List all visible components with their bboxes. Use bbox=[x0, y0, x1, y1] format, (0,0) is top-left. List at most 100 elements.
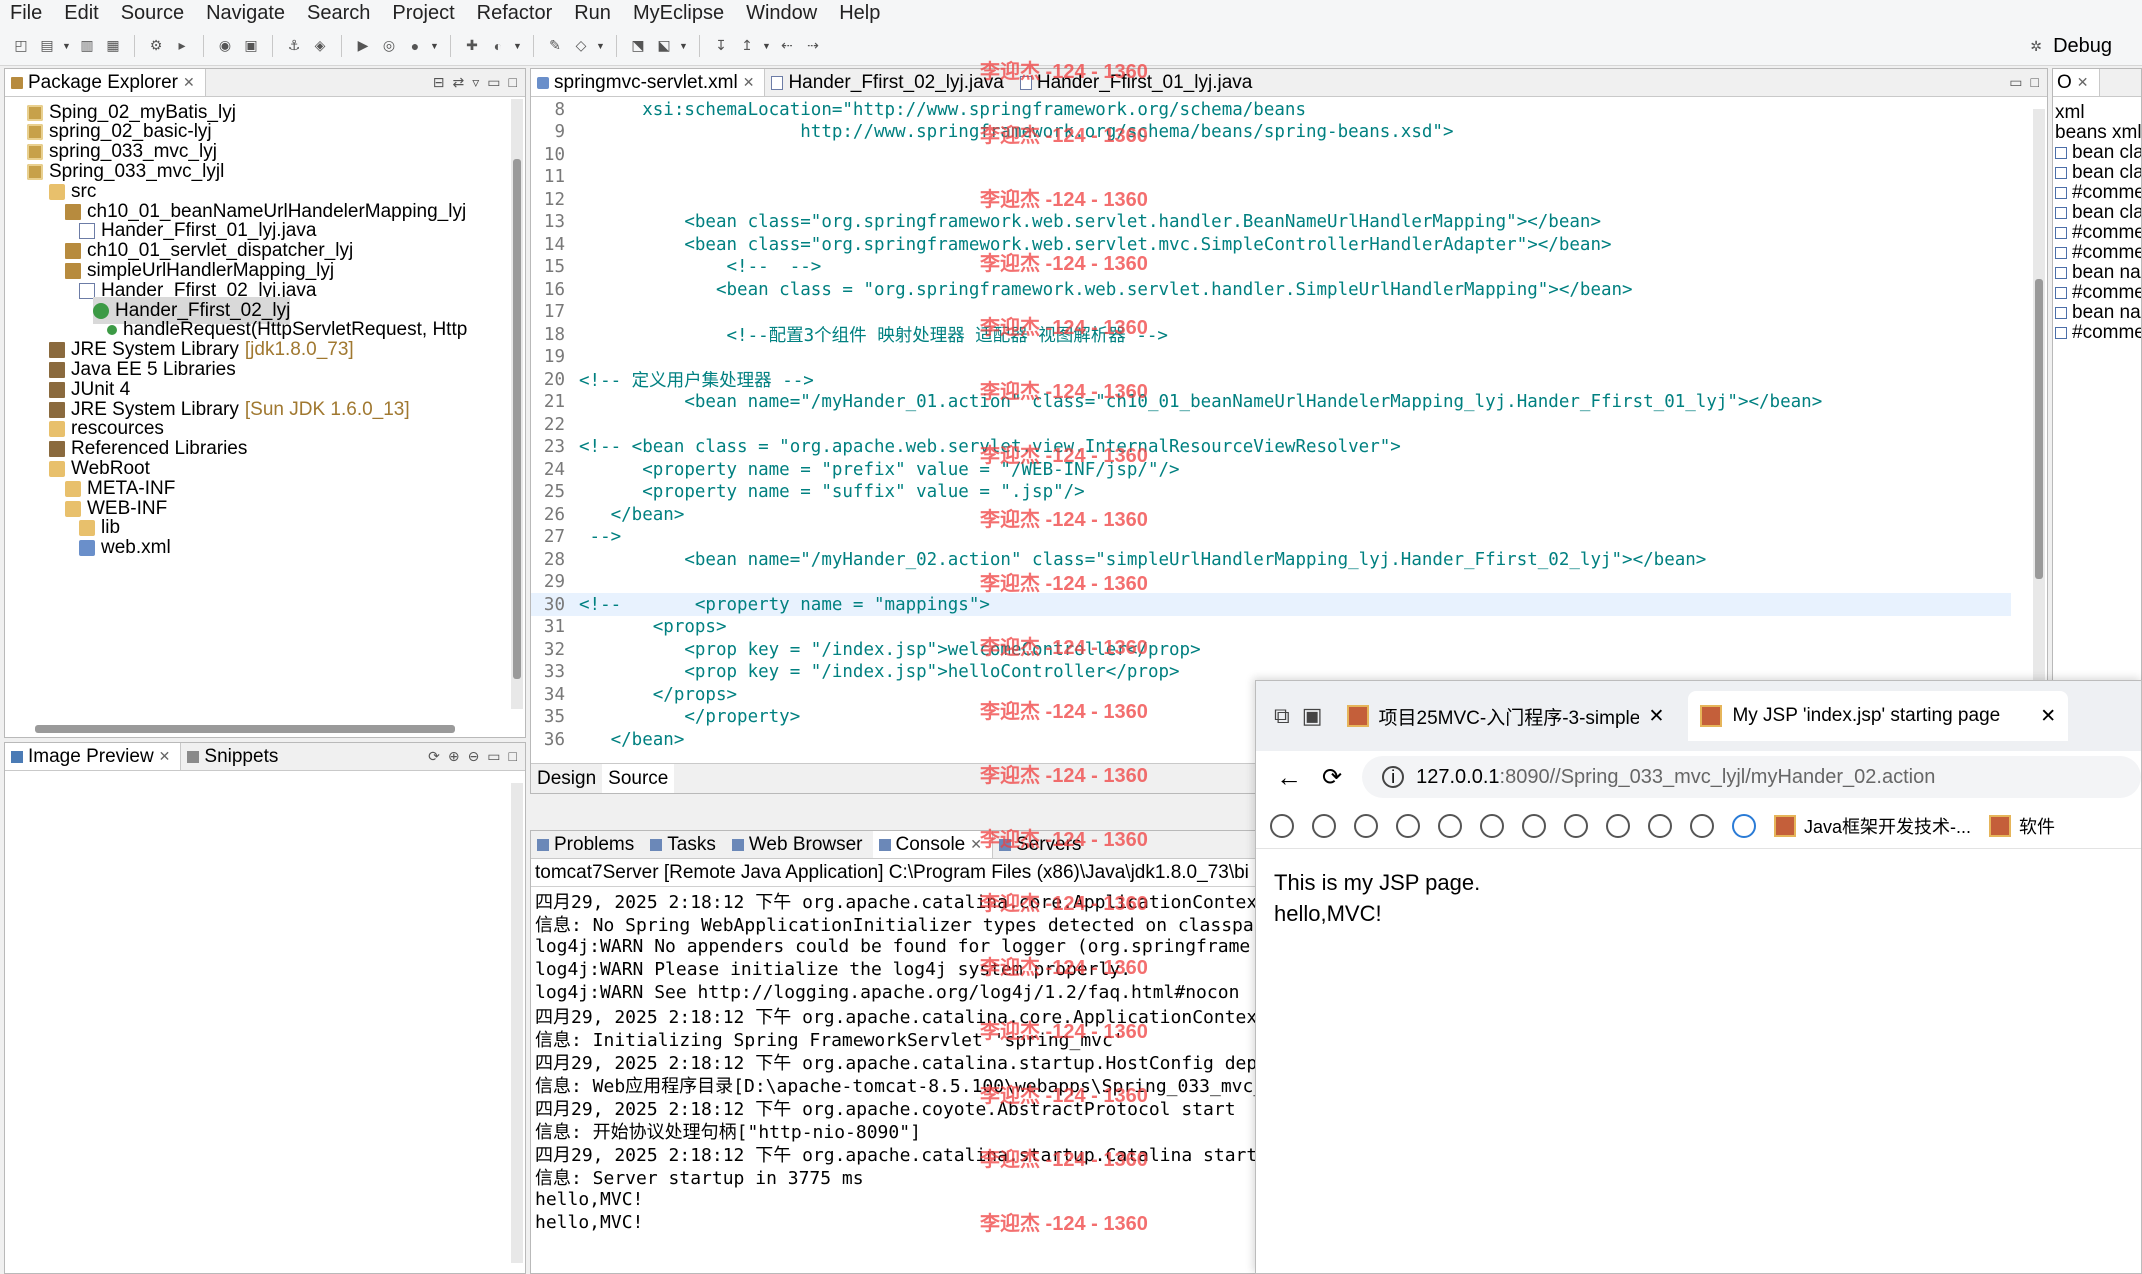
menu-myeclipse[interactable]: MyEclipse bbox=[623, 2, 736, 25]
toolbar-button-icon[interactable]: ◎ bbox=[378, 35, 400, 57]
bookmark-globe-icon[interactable] bbox=[1312, 813, 1336, 838]
toolbar-button-icon[interactable]: ↥ bbox=[736, 35, 758, 57]
horizontal-scrollbar[interactable] bbox=[35, 725, 455, 733]
bookmark-item[interactable]: Java框架开发技术-... bbox=[1774, 813, 1971, 839]
close-icon[interactable]: ✕ bbox=[743, 74, 755, 91]
bookmark-browser-icon[interactable] bbox=[1732, 813, 1756, 838]
toolbar-button-icon[interactable]: ▤ bbox=[36, 35, 58, 57]
collapse-all-icon[interactable]: ⊟ bbox=[433, 74, 445, 91]
maximize-icon[interactable]: □ bbox=[2031, 74, 2039, 91]
toolbar-button-icon[interactable]: ⚓ bbox=[283, 35, 305, 57]
tab-console[interactable]: Console ✕ bbox=[872, 831, 993, 858]
toolbar-button-icon[interactable]: ▸ bbox=[171, 35, 193, 57]
bookmark-item[interactable]: 软件 bbox=[1989, 813, 2055, 839]
view-menu-icon[interactable]: ▿ bbox=[472, 74, 479, 91]
debug-perspective-button[interactable]: ✲ Debug bbox=[2025, 32, 2112, 60]
browser-tab-1[interactable]: 项目25MVC-入门程序-3-simpleur ✕ bbox=[1335, 691, 1677, 741]
tab-outline[interactable]: O ✕ bbox=[2053, 69, 2100, 96]
tab-source[interactable]: Source bbox=[602, 764, 675, 793]
refresh-icon[interactable]: ⟳ bbox=[428, 748, 440, 765]
tab-package-explorer[interactable]: Package Explorer ✕ bbox=[5, 69, 206, 96]
menu-file[interactable]: File bbox=[0, 2, 54, 25]
toolbar-button-icon[interactable]: ✚ bbox=[461, 35, 483, 57]
tab-web-browser[interactable]: Web Browser bbox=[726, 831, 873, 858]
editor-scrollbar[interactable] bbox=[2033, 109, 2045, 759]
toolbar-button-icon[interactable]: ▦ bbox=[102, 35, 124, 57]
workspaces-icon[interactable]: ⧉ bbox=[1274, 703, 1290, 729]
menu-search[interactable]: Search bbox=[297, 2, 382, 25]
tab-snippets[interactable]: Snippets bbox=[181, 743, 288, 770]
toolbar-button-icon[interactable]: ↧ bbox=[710, 35, 732, 57]
zoom-in-icon[interactable]: ⊕ bbox=[448, 748, 460, 765]
toolbar-button-icon[interactable]: ⇢ bbox=[802, 35, 824, 57]
browser-tab-2[interactable]: My JSP 'index.jsp' starting page ✕ bbox=[1688, 691, 2069, 741]
tree-item[interactable]: web.xml bbox=[79, 535, 171, 562]
bookmark-globe-icon[interactable] bbox=[1438, 813, 1462, 838]
vertical-scrollbar[interactable] bbox=[511, 783, 523, 1263]
minimize-icon[interactable]: ▭ bbox=[487, 748, 500, 765]
minimize-icon[interactable]: ▭ bbox=[2009, 74, 2022, 91]
toolbar-button-icon[interactable]: ▣ bbox=[240, 35, 262, 57]
dropdown-arrow-icon[interactable]: ▼ bbox=[762, 41, 772, 51]
tab-problems[interactable]: Problems bbox=[531, 831, 644, 858]
bookmark-globe-icon[interactable] bbox=[1522, 813, 1546, 838]
toolbar-button-icon[interactable]: ▥ bbox=[76, 35, 98, 57]
bookmark-globe-icon[interactable] bbox=[1606, 813, 1630, 838]
tab-hander-ffirst-02[interactable]: Hander_Ffirst_02_lyj.java bbox=[765, 69, 1013, 96]
toolbar-button-icon[interactable]: ◉ bbox=[214, 35, 236, 57]
close-icon[interactable]: ✕ bbox=[159, 748, 171, 765]
minimize-icon[interactable]: ▭ bbox=[487, 74, 500, 91]
dropdown-arrow-icon[interactable]: ▼ bbox=[596, 41, 606, 51]
close-icon[interactable]: ✕ bbox=[183, 74, 195, 91]
close-tab-icon[interactable]: ✕ bbox=[2040, 705, 2056, 728]
bookmark-globe-icon[interactable] bbox=[1648, 813, 1672, 838]
vertical-scrollbar[interactable] bbox=[511, 99, 523, 709]
tab-springmvc-servlet-xml[interactable]: springmvc-servlet.xml ✕ bbox=[531, 69, 766, 96]
toolbar-button-icon[interactable]: ▶ bbox=[352, 35, 374, 57]
toolbar-button-icon[interactable]: ⬔ bbox=[627, 35, 649, 57]
menu-run[interactable]: Run bbox=[564, 2, 623, 25]
close-icon[interactable]: ✕ bbox=[970, 836, 982, 853]
outline-item[interactable]: #comme bbox=[2055, 319, 2141, 346]
menu-navigate[interactable]: Navigate bbox=[196, 2, 297, 25]
info-icon[interactable]: i bbox=[1382, 766, 1405, 788]
toolbar-button-icon[interactable]: ⇠ bbox=[776, 35, 798, 57]
bookmark-globe-icon[interactable] bbox=[1564, 813, 1588, 838]
dropdown-arrow-icon[interactable]: ▼ bbox=[62, 41, 72, 51]
dropdown-arrow-icon[interactable]: ▼ bbox=[513, 41, 523, 51]
tab-servers[interactable]: Servers bbox=[993, 831, 1091, 858]
refresh-icon[interactable]: ⟳ bbox=[1322, 763, 1342, 792]
toolbar-button-icon[interactable]: ◈ bbox=[309, 35, 331, 57]
maximize-icon[interactable]: □ bbox=[509, 74, 517, 91]
tab-image-preview[interactable]: Image Preview ✕ bbox=[5, 743, 182, 770]
menu-project[interactable]: Project bbox=[382, 2, 466, 25]
menu-edit[interactable]: Edit bbox=[54, 2, 110, 25]
menu-window[interactable]: Window bbox=[736, 2, 829, 25]
back-icon[interactable]: ← bbox=[1276, 762, 1302, 793]
bookmark-globe-icon[interactable] bbox=[1690, 813, 1714, 838]
dropdown-arrow-icon[interactable]: ▼ bbox=[430, 41, 440, 51]
code-area[interactable]: 8 xsi:schemaLocation="http://www.springf… bbox=[531, 98, 2011, 758]
bookmark-globe-icon[interactable] bbox=[1480, 813, 1504, 838]
bookmark-globe-icon[interactable] bbox=[1354, 813, 1378, 838]
tab-design[interactable]: Design bbox=[531, 764, 602, 793]
link-editor-icon[interactable]: ⇄ bbox=[453, 74, 465, 91]
dropdown-arrow-icon[interactable]: ▼ bbox=[679, 41, 689, 51]
close-icon[interactable]: ✕ bbox=[2077, 74, 2089, 91]
toolbar-button-icon[interactable]: ● bbox=[404, 35, 426, 57]
menu-source[interactable]: Source bbox=[111, 2, 196, 25]
zoom-out-icon[interactable]: ⊖ bbox=[468, 748, 480, 765]
toolbar-button-icon[interactable]: ◰ bbox=[10, 35, 32, 57]
tab-tasks[interactable]: Tasks bbox=[644, 831, 726, 858]
menu-refactor[interactable]: Refactor bbox=[467, 2, 565, 25]
toolbar-button-icon[interactable]: ⬕ bbox=[653, 35, 675, 57]
toolbar-button-icon[interactable]: ⚙ bbox=[145, 35, 167, 57]
address-bar[interactable]: i 127.0.0.1:8090//Spring_033_mvc_lyjl/my… bbox=[1362, 756, 2141, 798]
bookmark-globe-icon[interactable] bbox=[1270, 813, 1294, 838]
bookmark-globe-icon[interactable] bbox=[1396, 813, 1420, 838]
toolbar-button-icon[interactable]: ◇ bbox=[570, 35, 592, 57]
toolbar-button-icon[interactable]: ✎ bbox=[544, 35, 566, 57]
tab-actions-icon[interactable]: ▣ bbox=[1302, 703, 1323, 729]
tab-hander-ffirst-01[interactable]: Hander_Ffirst_01_lyj.java bbox=[1014, 69, 1262, 96]
menu-help[interactable]: Help bbox=[829, 2, 892, 25]
